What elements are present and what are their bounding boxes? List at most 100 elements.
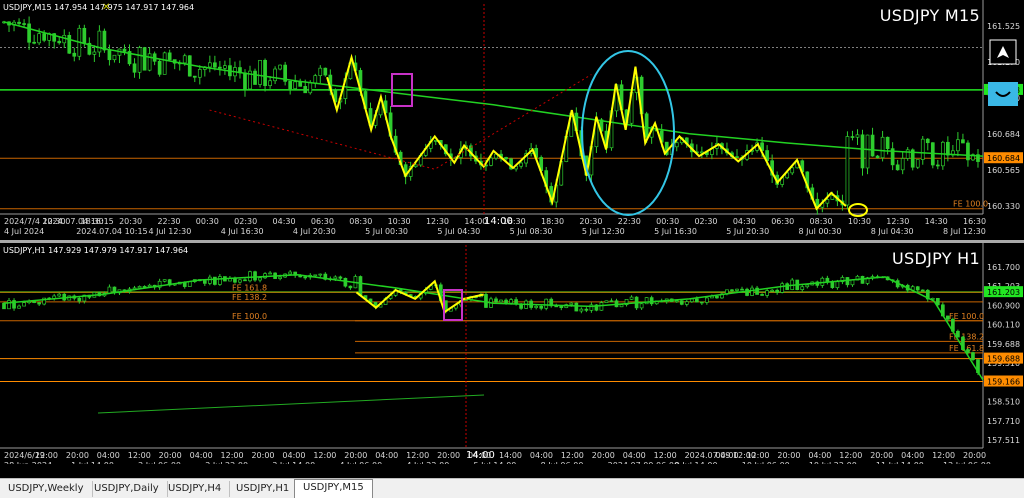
- candle-body: [679, 300, 684, 305]
- candle-body: [278, 276, 282, 279]
- h1-chart-title: USDJPY H1: [892, 249, 980, 268]
- candle-body: [935, 164, 940, 167]
- candle-body: [27, 23, 31, 43]
- time-tick-label: 04:00: [282, 451, 305, 460]
- time-tick-label: 12:30: [886, 217, 909, 226]
- candle-body: [77, 297, 82, 302]
- h1-chart-pane[interactable]: 161.700161.203160.900160.110159.688159.3…: [0, 243, 1024, 464]
- candle-body: [102, 30, 107, 51]
- candle-body: [770, 289, 774, 292]
- candle-body: [358, 276, 363, 296]
- candle-body: [17, 21, 21, 24]
- candle-body: [223, 65, 227, 69]
- candle-body: [484, 294, 488, 308]
- candle-body: [348, 285, 353, 289]
- candle-body: [308, 82, 313, 94]
- candle-body: [860, 134, 865, 169]
- candle-body: [684, 301, 689, 305]
- candle-body: [870, 134, 875, 157]
- candle-body: [253, 70, 257, 85]
- date-tick-label: 8 Jul 04:30: [871, 227, 914, 236]
- chart-tabs-bar: USDJPY,Weekly USDJPY,Daily USDJPY,H4 USD…: [0, 478, 1024, 498]
- price-tick-label: 160.565: [987, 166, 1020, 175]
- candle-body: [248, 271, 252, 282]
- price-label-text: 160.684: [987, 154, 1020, 163]
- candle-body: [243, 72, 247, 90]
- tab-h4[interactable]: USDJPY,H4: [160, 481, 231, 497]
- candle-body: [860, 275, 865, 284]
- candle-body: [825, 199, 830, 204]
- candle-body: [137, 286, 142, 289]
- candle-body: [202, 280, 207, 284]
- candle-body: [112, 54, 117, 61]
- candle-body: [604, 300, 609, 303]
- candle-body: [147, 284, 152, 287]
- candle-body: [32, 41, 36, 44]
- candle-body: [107, 49, 112, 61]
- candle-body: [162, 279, 167, 282]
- time-tick-label: 04:00: [97, 451, 120, 460]
- candle-body: [730, 289, 734, 292]
- time-tick-label: 20:00: [159, 451, 182, 460]
- m15-chart-title: USDJPY M15: [879, 6, 980, 25]
- time-tick-label: 12:00: [128, 451, 151, 460]
- candle-body: [504, 299, 508, 304]
- candle-body: [323, 67, 328, 76]
- time-tick-label: 10:30: [848, 217, 871, 226]
- candle-body: [509, 299, 513, 304]
- time-tick-label: 12:00: [561, 451, 584, 460]
- m15-chart-pane[interactable]: 161.525161.170160.790160.684160.565160.3…: [0, 0, 1024, 240]
- candle-body: [735, 156, 739, 158]
- candle-body: [946, 315, 950, 320]
- candle-body: [233, 278, 237, 283]
- candle-body: [735, 288, 739, 291]
- time-tick-label: 10:30: [388, 217, 411, 226]
- candle-body: [263, 59, 267, 86]
- candle-body: [258, 277, 262, 281]
- time-tick-label: 20:30: [119, 217, 142, 226]
- candle-body: [946, 141, 950, 156]
- candle-body: [740, 288, 744, 291]
- candle-body: [935, 298, 940, 306]
- time-tick-label: 18:30: [81, 217, 104, 226]
- candle-body: [489, 157, 493, 166]
- candle-body: [765, 290, 769, 296]
- candle-body: [850, 279, 855, 286]
- zigzag-line: [326, 53, 847, 211]
- time-tick-label: 12:30: [426, 217, 449, 226]
- m15-chart-svg[interactable]: 161.525161.170160.790160.684160.565160.3…: [0, 0, 1024, 240]
- tab-weekly[interactable]: USDJPY,Weekly: [0, 481, 93, 497]
- candle-body: [253, 271, 257, 281]
- candle-body: [915, 286, 920, 291]
- candle-body: [966, 142, 970, 161]
- candle-body: [971, 352, 975, 360]
- time-tick-label: 20:00: [777, 451, 800, 460]
- date-tick-label: 8 Jul 12:30: [943, 227, 986, 236]
- candle-body: [107, 286, 112, 294]
- candle-body: [97, 30, 102, 53]
- candle-body: [413, 164, 418, 168]
- tab-h1[interactable]: USDJPY,H1: [228, 481, 299, 497]
- candle-body: [7, 300, 11, 310]
- time-tick-label: 02:30: [234, 217, 257, 226]
- candle-body: [132, 63, 137, 73]
- candle-body: [57, 40, 62, 44]
- candle-body: [162, 52, 167, 75]
- candle-body: [845, 136, 850, 206]
- time-tick-label: 16:30: [963, 217, 986, 226]
- candle-body: [238, 279, 242, 283]
- h1-chart-svg[interactable]: 161.700161.203160.900160.110159.688159.3…: [0, 243, 1024, 464]
- tab-daily[interactable]: USDJPY,Daily: [86, 481, 168, 497]
- candle-body: [584, 308, 589, 311]
- candle-body: [343, 277, 348, 287]
- time-tick-label: 00:30: [656, 217, 679, 226]
- time-tick-label: 08:30: [349, 217, 372, 226]
- tab-m15[interactable]: USDJPY,M15: [294, 479, 373, 498]
- price-tick-label: 160.330: [987, 202, 1020, 211]
- candle-body: [800, 286, 805, 291]
- candle-body: [288, 81, 293, 90]
- candle-body: [674, 300, 679, 303]
- price-tick-label: 159.688: [987, 340, 1020, 349]
- candle-body: [67, 34, 72, 54]
- candle-body: [258, 59, 262, 85]
